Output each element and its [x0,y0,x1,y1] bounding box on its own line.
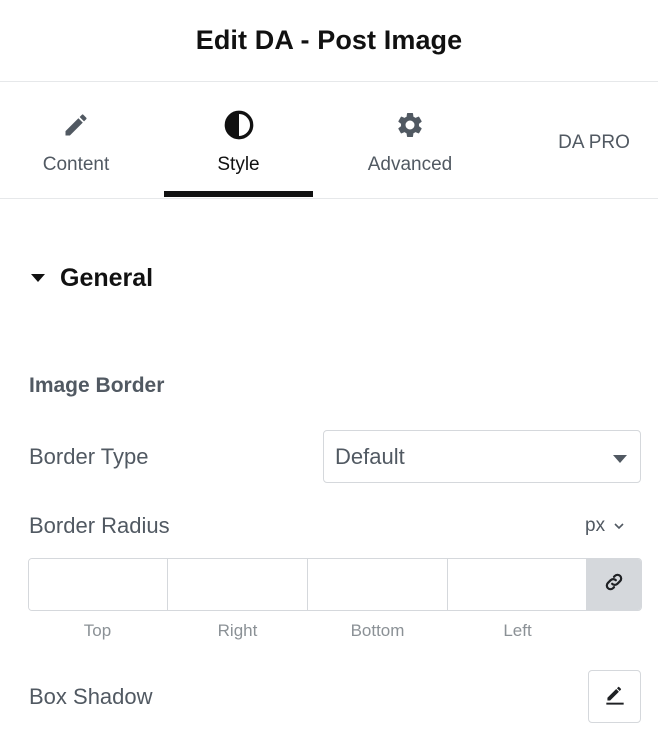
radius-right-label: Right [217,621,258,640]
box-shadow-label: Box Shadow [29,684,153,709]
tab-da-pro[interactable]: DA PRO [520,82,658,199]
radius-bottom-label: Bottom [350,621,405,640]
chevron-down-icon [613,517,625,535]
radius-left-input[interactable] [448,559,587,610]
gear-icon [394,109,426,141]
border-type-value: Default [335,443,405,469]
radius-left-label: Left [503,621,532,640]
tab-da-pro-label: DA PRO [558,132,630,153]
box-shadow-edit-button[interactable] [588,670,641,723]
border-radius-dimensions [28,558,642,611]
dropdown-caret-icon [612,451,628,463]
radius-top-label: Top [83,621,112,640]
radius-right-input[interactable] [168,559,308,610]
contrast-icon [223,109,255,141]
panel-header: Edit DA - Post Image [0,0,658,82]
active-tab-indicator [164,191,313,197]
pencil-icon [60,109,92,141]
tab-bar: Content Style Advanced DA PRO [0,82,658,199]
tab-advanced-label: Advanced [367,154,453,175]
pencil-edit-icon [602,681,628,712]
caret-down-icon [30,271,48,285]
border-type-label: Border Type [29,444,149,469]
border-radius-label: Border Radius [29,513,170,538]
tab-style-label: Style [217,154,260,175]
image-border-heading: Image Border [29,374,165,397]
tab-advanced[interactable]: Advanced [334,82,486,199]
section-general-toggle[interactable]: General [30,262,153,294]
unit-switcher[interactable]: px [585,514,625,538]
tab-content[interactable]: Content [0,82,152,199]
link-values-button[interactable] [587,559,641,610]
radius-bottom-input[interactable] [308,559,448,610]
link-icon [603,571,625,598]
panel-title: Edit DA - Post Image [195,25,463,55]
unit-label: px [585,515,606,536]
section-title: General [60,263,154,292]
tab-style[interactable]: Style [164,82,313,199]
tab-content-label: Content [42,154,110,175]
radius-top-input[interactable] [29,559,168,610]
border-type-select[interactable]: Default [323,430,641,483]
